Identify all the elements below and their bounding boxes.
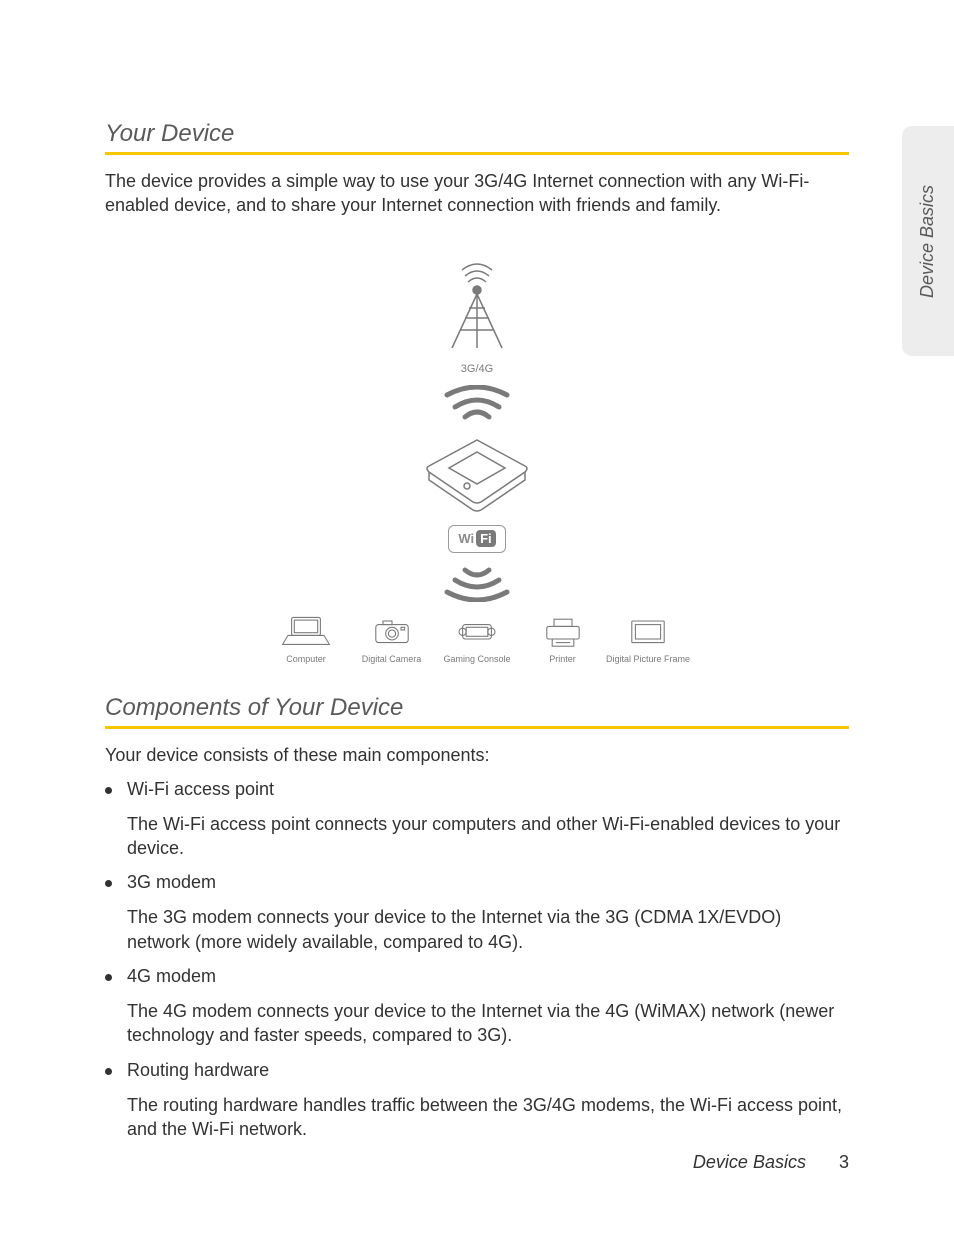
device-label: Gaming Console xyxy=(443,654,510,664)
wifi-badge: Wi Fi xyxy=(448,525,506,553)
component-desc: The 4G modem connects your device to the… xyxy=(127,999,849,1048)
component-name: 3G modem xyxy=(127,872,849,893)
component-name: Wi-Fi access point xyxy=(127,779,849,800)
footer-section: Device Basics xyxy=(693,1152,806,1172)
device-row: Computer Digital Camera xyxy=(267,612,687,664)
wifi-waves-down-icon xyxy=(441,561,513,602)
gaming-console-icon xyxy=(450,612,504,648)
list-item: Routing hardware The routing hardware ha… xyxy=(105,1060,849,1142)
device-computer: Computer xyxy=(267,612,345,664)
component-desc: The Wi-Fi access point connects your com… xyxy=(127,812,849,861)
component-desc: The routing hardware handles traffic bet… xyxy=(127,1093,849,1142)
device-label: Digital Camera xyxy=(362,654,422,664)
laptop-icon xyxy=(279,612,333,648)
cell-tower-icon xyxy=(432,252,522,357)
device-frame: Digital Picture Frame xyxy=(609,612,687,664)
side-tab: Device Basics xyxy=(902,126,954,356)
component-desc: The 3G modem connects your device to the… xyxy=(127,905,849,954)
wifi-badge-fi: Fi xyxy=(476,530,496,547)
wifi-badge-wi: Wi xyxy=(458,531,474,546)
list-item: 3G modem The 3G modem connects your devi… xyxy=(105,872,849,954)
page-footer: Device Basics 3 xyxy=(693,1152,849,1173)
device-console: Gaming Console xyxy=(438,612,516,664)
wifi-waves-up-icon xyxy=(441,385,513,426)
heading-your-device: Your Device xyxy=(105,120,849,155)
components-list: Wi-Fi access point The Wi-Fi access poin… xyxy=(105,779,849,1141)
intro-components: Your device consists of these main compo… xyxy=(105,743,849,767)
intro-your-device: The device provides a simple way to use … xyxy=(105,169,849,218)
heading-components: Components of Your Device xyxy=(105,694,849,729)
device-label: Computer xyxy=(286,654,326,664)
device-camera: Digital Camera xyxy=(353,612,431,664)
footer-page-number: 3 xyxy=(839,1152,849,1172)
list-item: 4G modem The 4G modem connects your devi… xyxy=(105,966,849,1048)
device-label: Printer xyxy=(549,654,576,664)
list-item: Wi-Fi access point The Wi-Fi access poin… xyxy=(105,779,849,861)
printer-icon xyxy=(536,612,590,648)
component-name: Routing hardware xyxy=(127,1060,849,1081)
component-name: 4G modem xyxy=(127,966,849,987)
camera-icon xyxy=(365,612,419,648)
tower-label: 3G/4G xyxy=(267,363,687,375)
picture-frame-icon xyxy=(621,612,675,648)
connectivity-diagram: 3G/4G Wi Fi xyxy=(267,252,687,664)
hotspot-device-icon xyxy=(417,432,537,517)
device-label: Digital Picture Frame xyxy=(606,654,690,664)
device-printer: Printer xyxy=(524,612,602,664)
page-content: Your Device The device provides a simple… xyxy=(0,0,954,1141)
side-tab-label: Device Basics xyxy=(918,184,939,297)
